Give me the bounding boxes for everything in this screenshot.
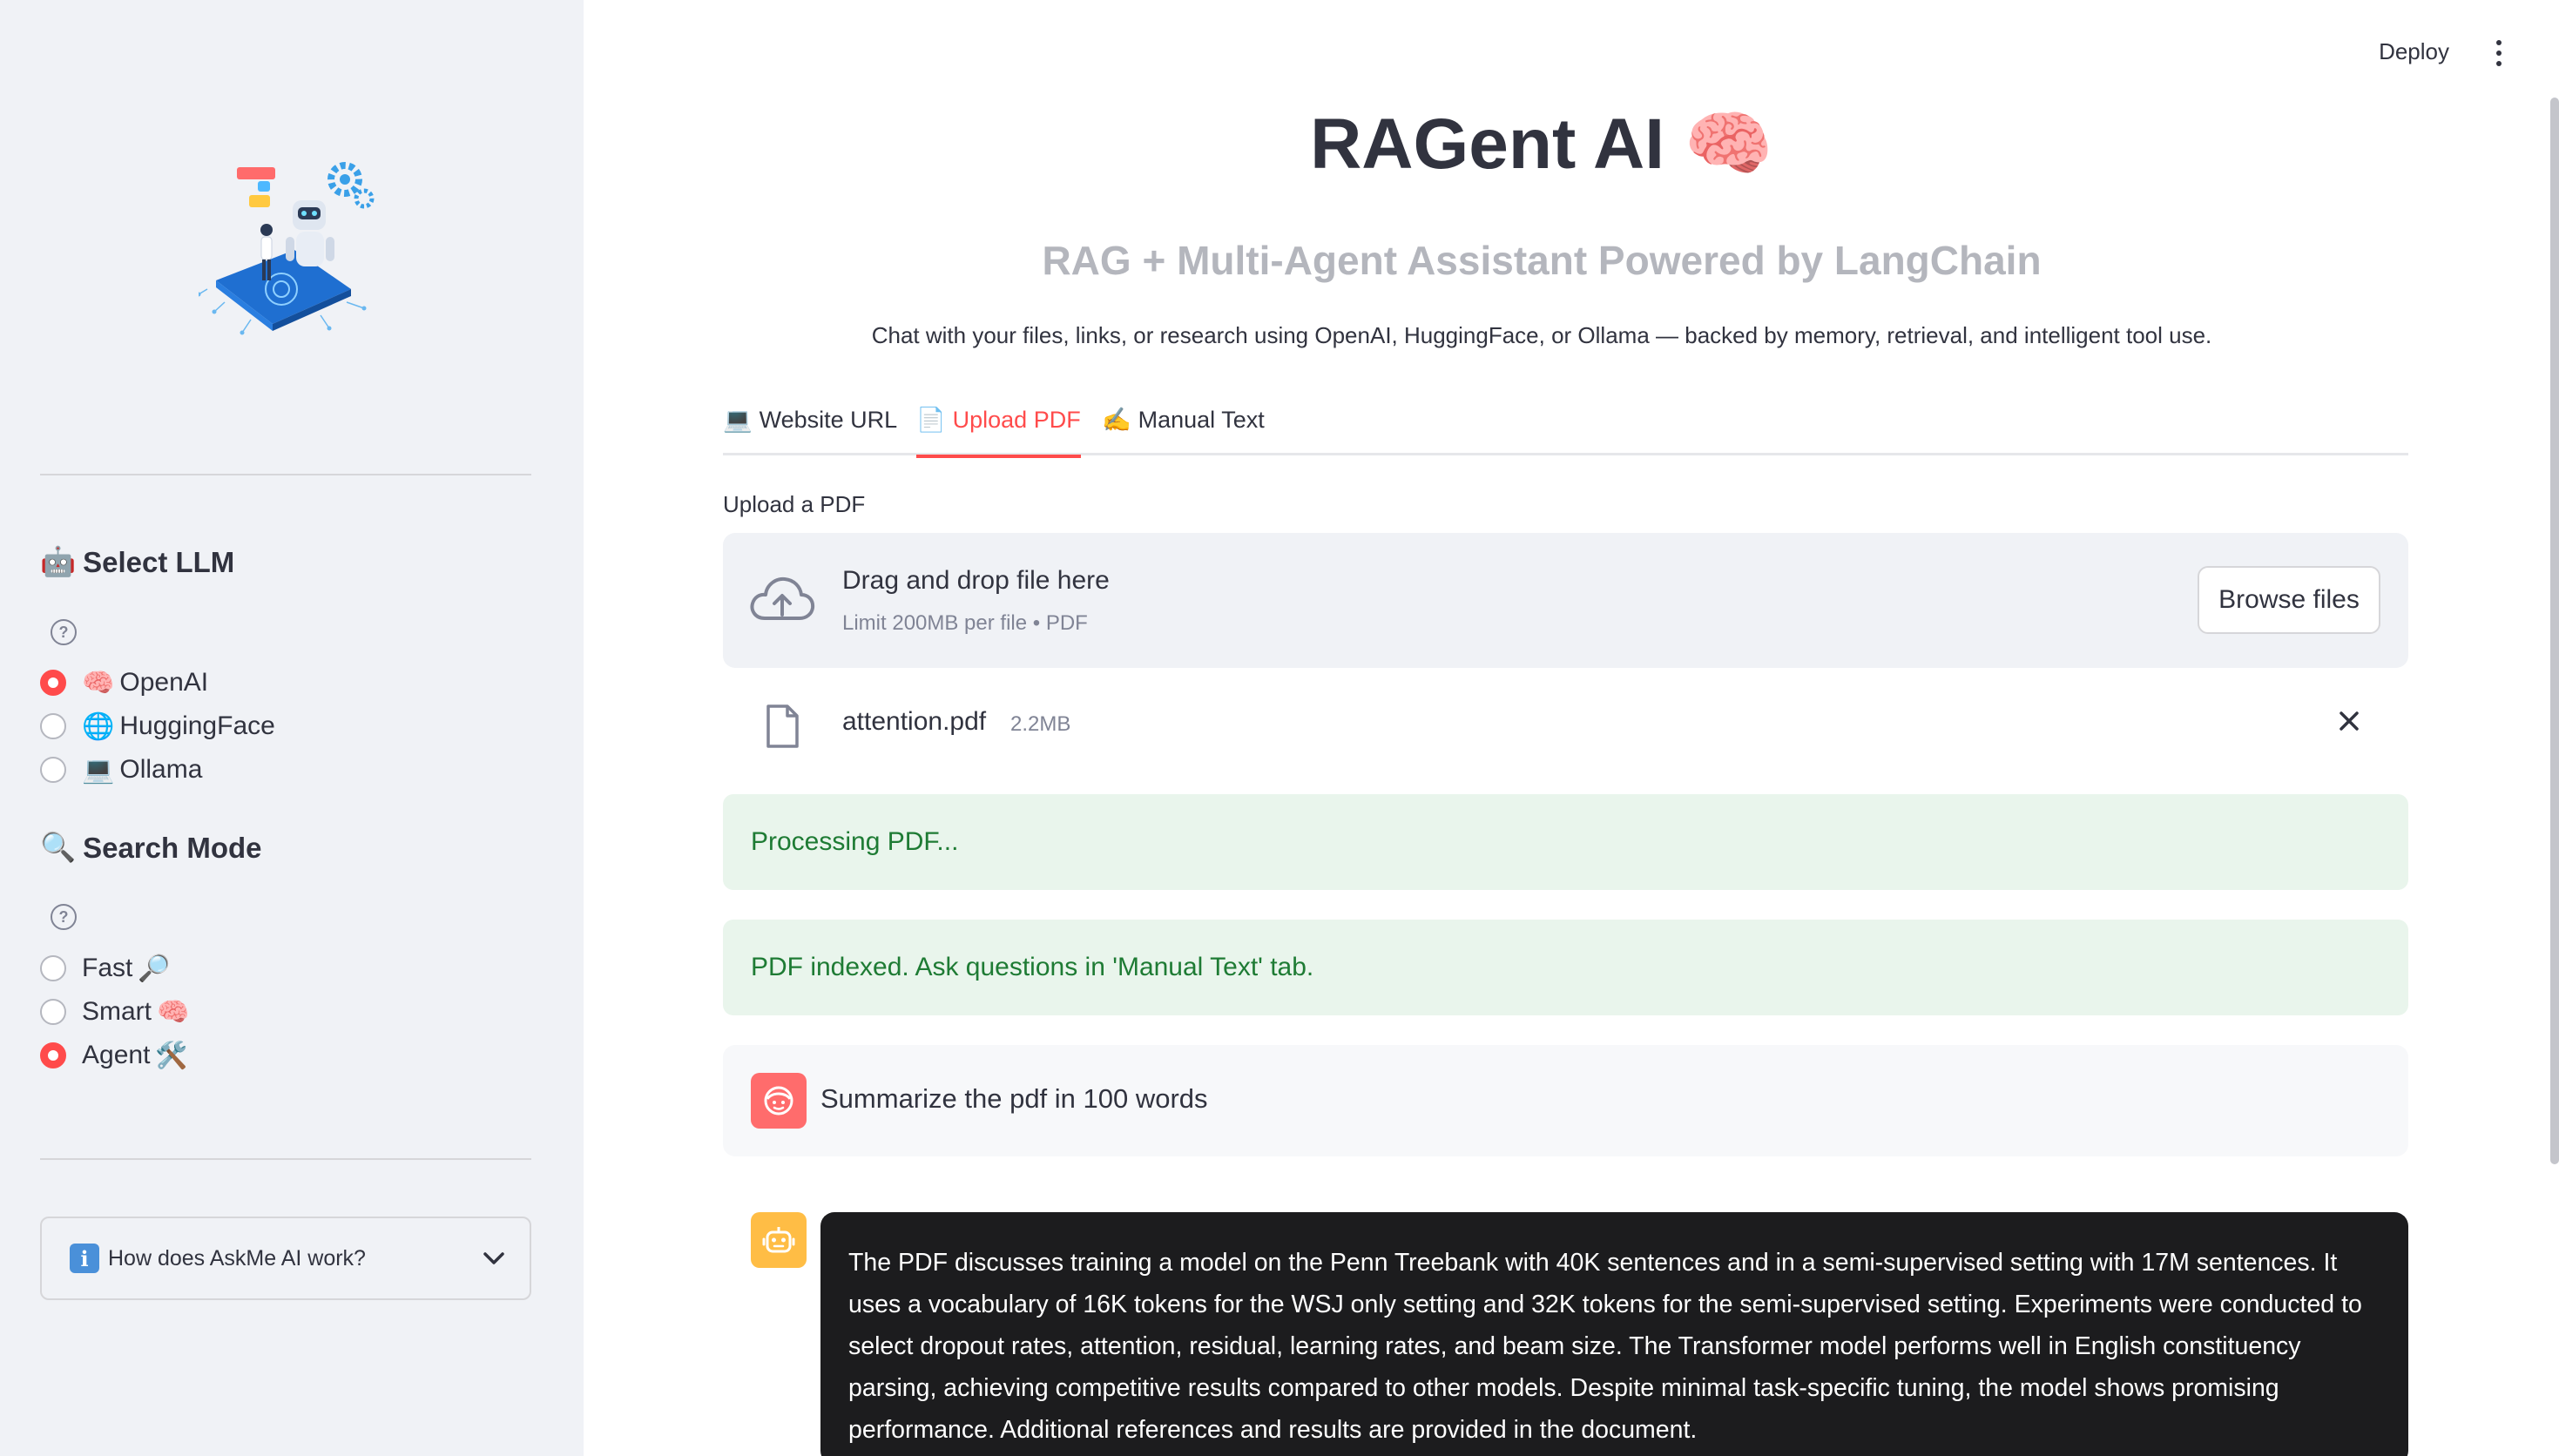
close-icon[interactable] [2332,704,2367,738]
more-vertical-icon[interactable] [2495,40,2503,66]
writing-hand-icon: ✍️ [1102,407,1131,433]
chevron-down-icon [483,1252,504,1264]
user-avatar-icon [751,1073,807,1129]
search-mode-fast[interactable]: Fast 🔎 [40,951,171,986]
help-icon[interactable]: ? [51,904,77,930]
tab-upload-pdf[interactable]: 📄 Upload PDF [916,396,1081,458]
robot-icon: 🤖 [40,545,77,577]
processing-alert: Processing PDF... [723,794,2408,890]
magnifier-icon: 🔍 [40,831,77,863]
llm-option-label: HuggingFace [119,711,275,740]
tab-label: Upload PDF [952,406,1081,433]
deploy-button[interactable]: Deploy [2379,38,2449,65]
page-title: RAGent AI 🧠 [1071,103,2012,186]
input-tabs: 💻 Website URL 📄 Upload PDF ✍️ Manual Tex… [723,396,2408,458]
laptop-icon: 💻 [82,755,115,785]
user-chat-message: Summarize the pdf in 100 words [723,1045,2408,1156]
user-message-text: Summarize the pdf in 100 words [820,1083,1208,1114]
cloud-upload-icon [750,576,815,620]
uploaded-file-row: attention.pdf 2.2MB [723,697,2408,752]
radio-selected[interactable] [40,670,66,696]
ai-robot-logo-icon [199,162,375,335]
file-name: attention.pdf [842,707,987,736]
scrollbar[interactable] [2550,98,2559,1164]
globe-icon: 🌐 [82,711,115,741]
tab-manual-text[interactable]: ✍️ Manual Text [1102,396,1265,455]
page-tagline: Chat with your files, links, or research… [871,322,2212,348]
magnifier-right-icon: 🔎 [138,954,171,983]
select-llm-heading: 🤖 Select LLM [40,545,234,579]
sidebar: 🤖 Select LLM ? 🧠 OpenAI 🌐 HuggingFace 💻 … [0,0,584,1456]
brain-icon: 🧠 [82,668,115,698]
file-icon [766,704,799,748]
llm-option-huggingface[interactable]: 🌐 HuggingFace [40,709,275,744]
file-size: 2.2MB [1010,712,1071,736]
tab-label: Manual Text [1138,406,1265,433]
indexed-alert: PDF indexed. Ask questions in 'Manual Te… [723,920,2408,1015]
brain-icon: 🧠 [1684,104,1773,184]
search-mode-agent[interactable]: Agent 🛠️ [40,1038,188,1073]
dropzone-subtitle: Limit 200MB per file • PDF [842,611,1088,635]
sidebar-divider [40,1158,531,1160]
dropzone-title: Drag and drop file here [842,566,1110,595]
page-icon: 📄 [916,407,946,433]
assistant-avatar-icon [751,1212,807,1268]
llm-option-openai[interactable]: 🧠 OpenAI [40,665,208,700]
llm-option-label: Ollama [119,755,203,784]
tab-label: Website URL [759,406,898,433]
page-title-text: RAGent AI [1310,104,1665,184]
page-subtitle: RAG + Multi-Agent Assistant Powered by L… [1042,238,2042,283]
select-llm-heading-text: Select LLM [83,545,235,578]
brain-icon: 🧠 [157,997,190,1027]
tools-icon: 🛠️ [155,1041,188,1070]
radio-unselected[interactable] [40,757,66,783]
how-it-works-expander[interactable]: i How does AskMe AI work? [40,1217,531,1300]
llm-option-label: OpenAI [119,668,209,697]
search-mode-label: Agent [82,1041,151,1069]
search-mode-label: Smart [82,997,152,1026]
upload-label: Upload a PDF [723,491,866,517]
search-mode-heading: 🔍 Search Mode [40,831,262,865]
browse-files-button[interactable]: Browse files [2198,566,2380,634]
file-dropzone[interactable]: Drag and drop file here Limit 200MB per … [723,533,2408,668]
radio-unselected[interactable] [40,955,66,981]
laptop-icon: 💻 [723,407,753,433]
help-icon[interactable]: ? [51,619,77,645]
search-mode-heading-text: Search Mode [83,831,262,864]
sidebar-divider [40,474,531,475]
radio-unselected[interactable] [40,999,66,1025]
search-mode-smart[interactable]: Smart 🧠 [40,994,189,1029]
radio-selected[interactable] [40,1042,66,1068]
expander-label: How does AskMe AI work? [108,1245,366,1271]
info-icon: i [70,1244,99,1273]
assistant-message-text: The PDF discusses training a model on th… [820,1212,2408,1456]
llm-option-ollama[interactable]: 💻 Ollama [40,752,202,787]
tab-website-url[interactable]: 💻 Website URL [723,396,897,455]
search-mode-label: Fast [82,954,133,982]
radio-unselected[interactable] [40,713,66,739]
